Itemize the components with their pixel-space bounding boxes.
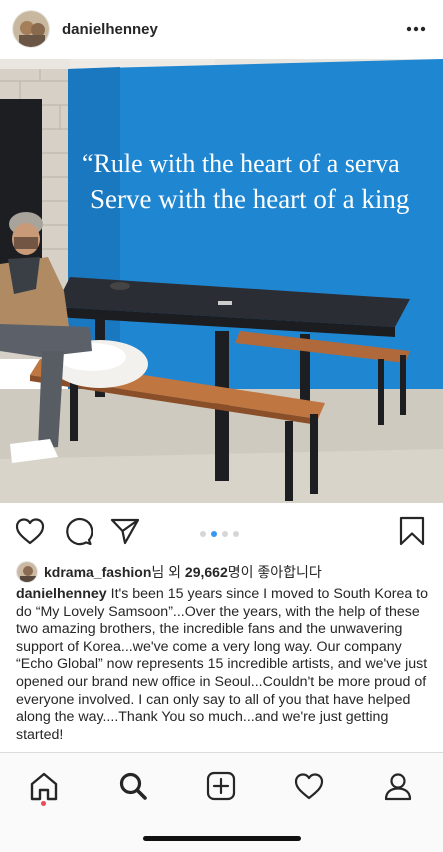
likes-text-suffix: 명이 좋아합니다	[227, 564, 322, 580]
likes-text-prefix: 님 외	[151, 564, 185, 580]
more-horizontal-icon	[406, 26, 426, 32]
post-header: danielhenney	[0, 0, 443, 58]
profile-icon	[384, 773, 412, 801]
likes-summary: kdrama_fashion 님 외 29,662 명이 좋아합니다	[16, 560, 322, 584]
caption-text: It's been 15 years since I moved to Sout…	[16, 586, 429, 743]
activity-heart-icon	[294, 773, 324, 800]
wall-quote-line1: “Rule with the heart of a serva	[82, 149, 400, 178]
more-options-button[interactable]	[401, 14, 431, 44]
post-caption: danielhenney It's been 15 years since I …	[16, 586, 432, 744]
likes-count[interactable]: 29,662	[185, 564, 228, 580]
add-post-icon	[206, 771, 236, 801]
carousel-indicator	[200, 531, 239, 537]
home-icon	[30, 772, 58, 801]
like-button[interactable]	[14, 515, 46, 547]
carousel-dot-active	[211, 531, 217, 537]
user-avatar[interactable]	[12, 10, 50, 48]
carousel-dot	[200, 531, 206, 537]
post-photo[interactable]: “Rule with the heart of a serva Serve wi…	[0, 59, 443, 503]
share-button[interactable]	[109, 515, 141, 547]
wall-quote-line2: Serve with the heart of a king	[90, 184, 409, 214]
heart-icon	[15, 518, 45, 545]
post-username[interactable]: danielhenney	[62, 21, 158, 38]
home-indicator-bar[interactable]	[143, 836, 301, 841]
save-button[interactable]	[396, 515, 428, 547]
liker-username[interactable]: kdrama_fashion	[44, 564, 151, 580]
nav-activity[interactable]	[292, 769, 326, 803]
comment-icon	[66, 517, 93, 546]
liker-avatar[interactable]	[16, 561, 38, 583]
nav-home[interactable]	[27, 769, 61, 803]
carousel-dot	[222, 531, 228, 537]
nav-search[interactable]	[116, 769, 150, 803]
caption-username[interactable]: danielhenney	[16, 586, 107, 602]
paper-plane-icon	[110, 518, 140, 545]
nav-new-post[interactable]	[204, 769, 238, 803]
bookmark-icon	[399, 516, 425, 546]
carousel-dot	[233, 531, 239, 537]
search-icon	[119, 772, 147, 800]
post-actions	[0, 503, 443, 559]
comment-button[interactable]	[62, 515, 94, 547]
home-notification-dot	[41, 801, 46, 806]
nav-profile[interactable]	[381, 769, 415, 803]
